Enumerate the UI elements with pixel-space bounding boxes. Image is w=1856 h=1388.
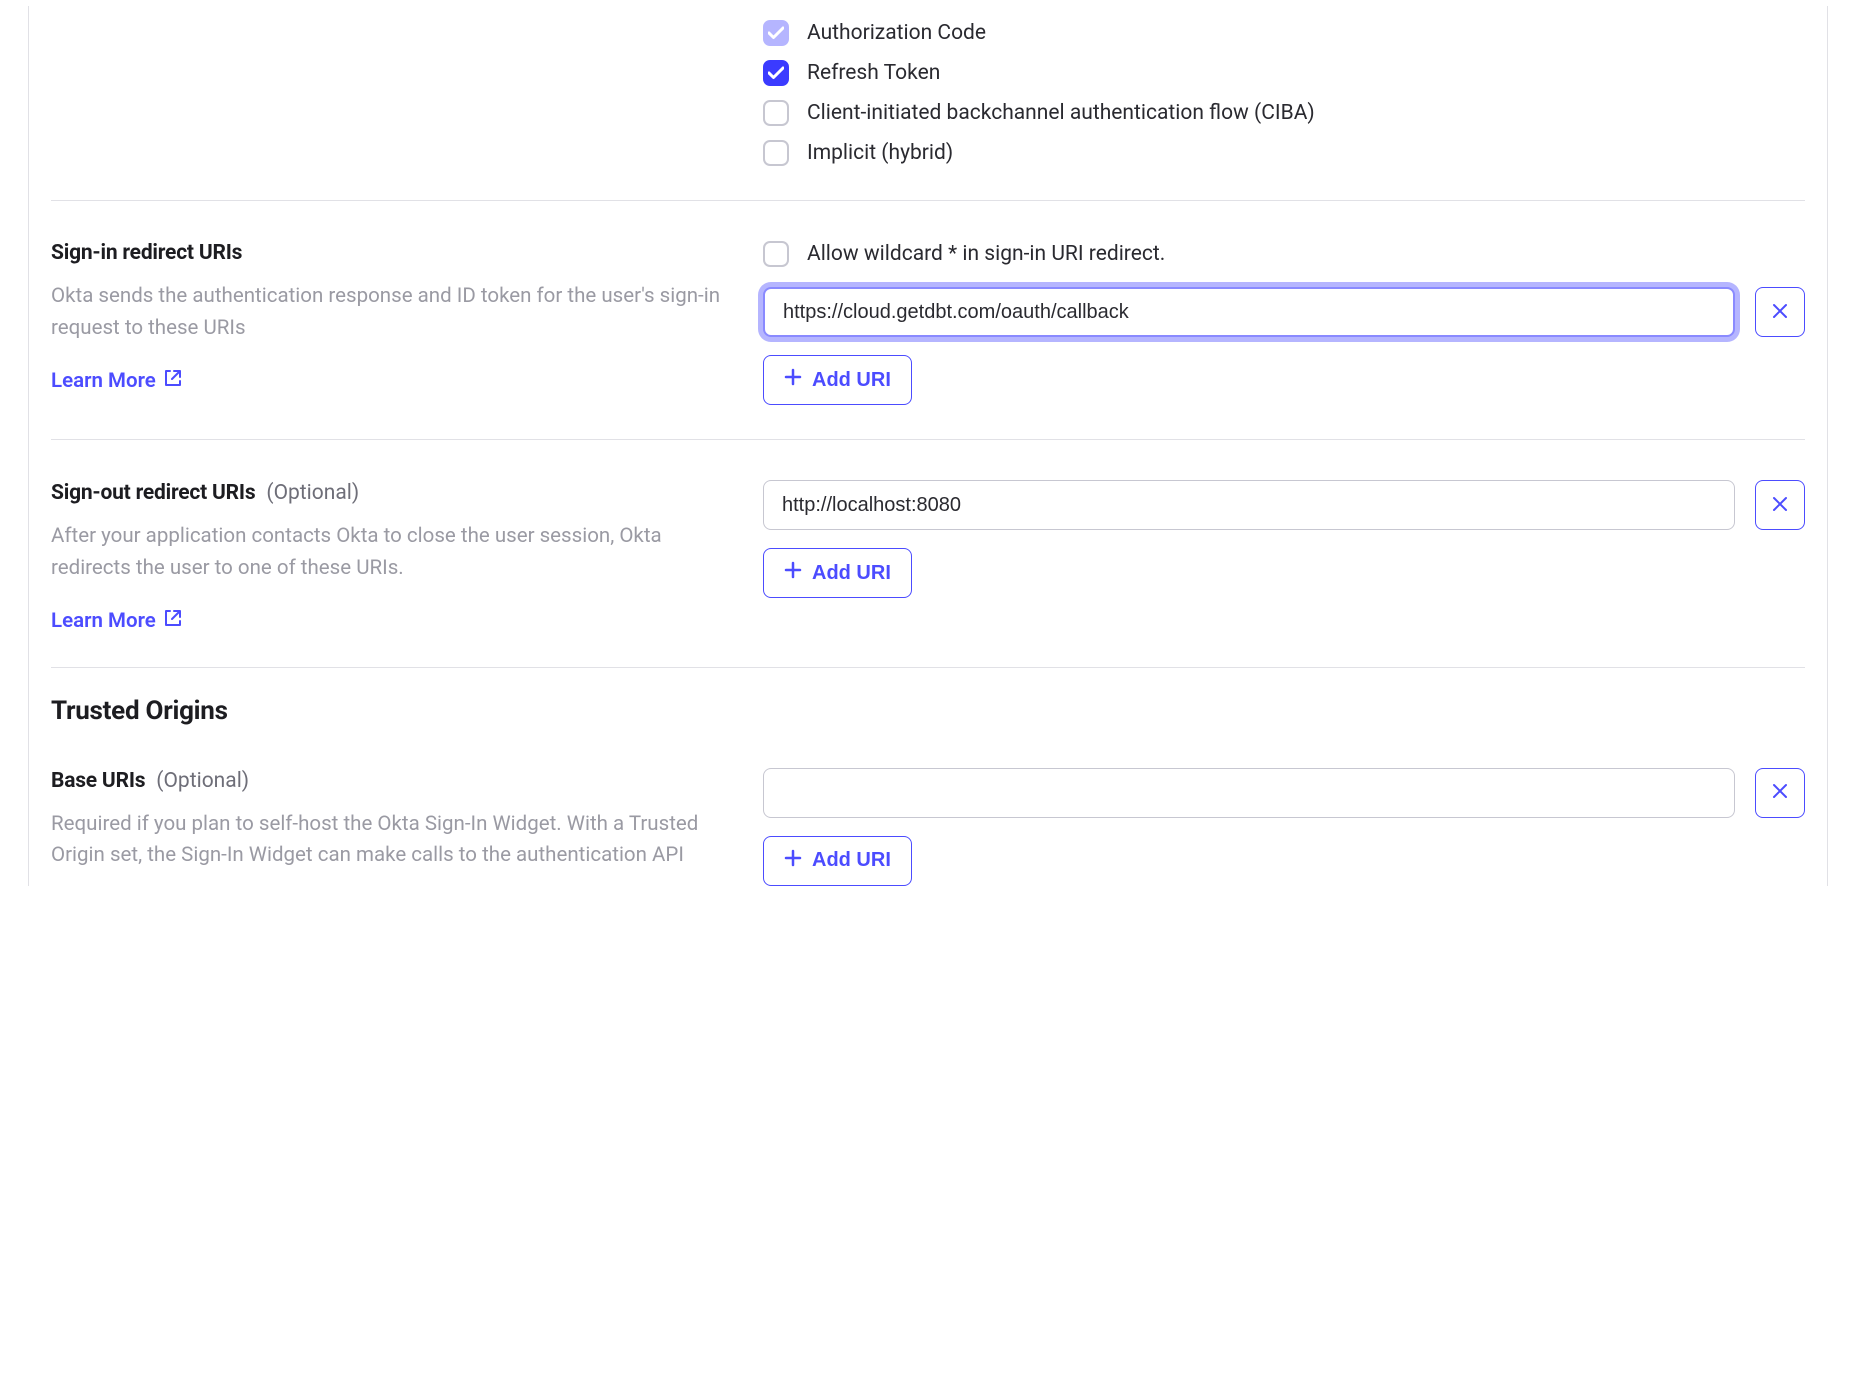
checkbox-authorization-code[interactable] [763, 20, 789, 46]
plus-icon [784, 561, 802, 585]
grant-type-label: Client-initiated backchannel authenticat… [807, 101, 1315, 125]
base-uri-input[interactable] [763, 768, 1735, 818]
add-uri-button[interactable]: Add URI [763, 836, 912, 886]
external-link-icon [164, 609, 182, 633]
grant-types-row: Authorization Code Refresh Token Client-… [51, 20, 1805, 201]
checkbox-allow-wildcard[interactable] [763, 241, 789, 267]
signout-redirect-row: Sign-out redirect URIs (Optional) After … [51, 468, 1805, 668]
grant-type-item: Authorization Code [763, 20, 1805, 46]
add-uri-label: Add URI [812, 562, 891, 585]
signout-redirect-label: Sign-out redirect URIs [51, 481, 255, 505]
signin-uri-row [763, 287, 1805, 337]
plus-icon [784, 849, 802, 873]
remove-uri-button[interactable] [1755, 287, 1805, 337]
grant-type-item: Refresh Token [763, 60, 1805, 86]
close-icon [1772, 496, 1788, 515]
close-icon [1772, 303, 1788, 322]
base-uri-row [763, 768, 1805, 818]
base-uris-row: Base URIs (Optional) Required if you pla… [51, 756, 1805, 886]
checkbox-refresh-token[interactable] [763, 60, 789, 86]
grant-type-label: Authorization Code [807, 21, 986, 45]
learn-more-label: Learn More [51, 369, 156, 393]
close-icon [1772, 783, 1788, 802]
grant-type-item: Client-initiated backchannel authenticat… [763, 100, 1805, 126]
external-link-icon [164, 369, 182, 393]
optional-label: (Optional) [266, 481, 359, 505]
signout-uri-row [763, 480, 1805, 530]
base-uris-label: Base URIs [51, 769, 145, 793]
grant-type-label: Implicit (hybrid) [807, 141, 953, 165]
checkbox-ciba[interactable] [763, 100, 789, 126]
signin-redirect-row: Sign-in redirect URIs Okta sends the aut… [51, 229, 1805, 440]
signin-uri-input[interactable] [763, 287, 1735, 337]
signout-redirect-desc: After your application contacts Okta to … [51, 521, 723, 585]
allow-wildcard-row: Allow wildcard * in sign-in URI redirect… [763, 241, 1805, 267]
signout-uri-input[interactable] [763, 480, 1735, 530]
grant-type-label: Refresh Token [807, 61, 940, 85]
optional-label: (Optional) [156, 769, 249, 793]
add-uri-label: Add URI [812, 849, 891, 872]
add-uri-label: Add URI [812, 369, 891, 392]
checkbox-implicit[interactable] [763, 140, 789, 166]
trusted-origins-title: Trusted Origins [51, 696, 1805, 726]
add-uri-button[interactable]: Add URI [763, 548, 912, 598]
base-uris-desc: Required if you plan to self-host the Ok… [51, 809, 723, 873]
remove-uri-button[interactable] [1755, 768, 1805, 818]
allow-wildcard-label: Allow wildcard * in sign-in URI redirect… [807, 242, 1165, 266]
grant-types-list: Authorization Code Refresh Token Client-… [763, 20, 1805, 166]
add-uri-button[interactable]: Add URI [763, 355, 912, 405]
remove-uri-button[interactable] [1755, 480, 1805, 530]
plus-icon [784, 368, 802, 392]
signin-redirect-desc: Okta sends the authentication response a… [51, 281, 723, 345]
signin-redirect-label: Sign-in redirect URIs [51, 241, 723, 265]
learn-more-label: Learn More [51, 609, 156, 633]
grant-type-item: Implicit (hybrid) [763, 140, 1805, 166]
learn-more-link[interactable]: Learn More [51, 369, 182, 393]
learn-more-link[interactable]: Learn More [51, 609, 182, 633]
